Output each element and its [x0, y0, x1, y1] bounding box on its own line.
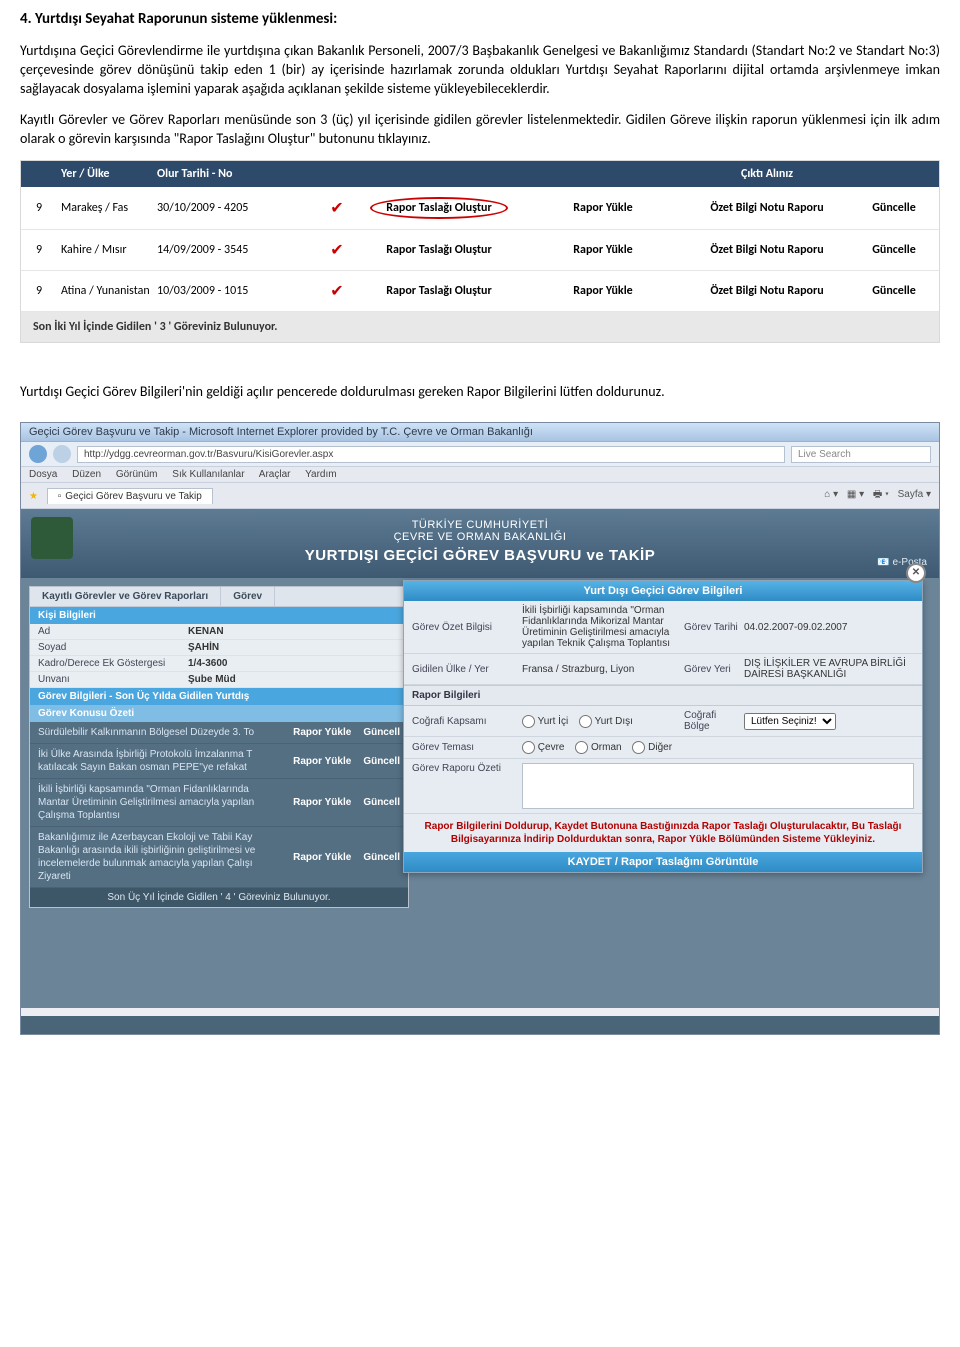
guncelle-button[interactable]: Güncell: [363, 851, 400, 864]
list-item: Sürdülebilir Kalkınmanın Bölgesel Düzeyd…: [30, 722, 408, 744]
rapor-taslagi-button[interactable]: Rapor Taslağı Oluştur: [357, 243, 521, 257]
guncelle-button[interactable]: Güncell: [363, 796, 400, 809]
menu-araclar[interactable]: Araçlar: [259, 469, 291, 480]
menu-sik[interactable]: Sık Kullanılanlar: [172, 469, 244, 480]
list-item: Bakanlığımız ile Azerbaycan Ekoloji ve T…: [30, 827, 408, 888]
gorev-konusu-header: Görev Konusu Özeti: [30, 705, 408, 722]
address-bar[interactable]: http://ydgg.cevreorman.gov.tr/Basvuru/Ki…: [77, 446, 785, 463]
menu-yardim[interactable]: Yardım: [305, 469, 337, 480]
app-banner: TÜRKİYE CUMHURİYETİ ÇEVRE VE ORMAN BAKAN…: [21, 509, 939, 578]
guncelle-button[interactable]: Güncelle: [849, 201, 939, 215]
browser-screenshot: Geçici Görev Başvuru ve Takip - Microsof…: [20, 422, 940, 1035]
browser-tabbar: ★ ▫ Geçici Görev Başvuru ve Takip ⌂ ▾ ▦ …: [21, 483, 939, 509]
footer-bar: [21, 1016, 939, 1034]
tab-kayitli-gorevler[interactable]: Kayıtlı Görevler ve Görev Raporları: [30, 587, 221, 606]
modal-title: Yurt Dışı Geçici Görev Bilgileri: [404, 581, 922, 601]
header-cikti: Çıktı Alınız: [685, 167, 849, 181]
rapor-taslagi-button[interactable]: Rapor Taslağı Oluştur: [357, 197, 521, 219]
rapor-yukle-button[interactable]: Rapor Yükle: [293, 796, 351, 809]
left-panel: Kayıtlı Görevler ve Görev Raporları Göre…: [29, 586, 409, 908]
guncelle-button[interactable]: Güncell: [363, 755, 400, 768]
radio-cevre[interactable]: Çevre: [522, 742, 564, 753]
radio-yurt-disi[interactable]: Yurt Dışı: [579, 716, 633, 727]
radio-orman[interactable]: Orman: [575, 742, 621, 753]
guncelle-button[interactable]: Güncelle: [849, 284, 939, 298]
list-footer: Son İki Yıl İçinde Gidilen ' 3 ' Görevin…: [21, 312, 939, 342]
guncelle-button[interactable]: Güncell: [363, 726, 400, 739]
cografi-bolge-select[interactable]: Lütfen Seçiniz!: [744, 713, 836, 730]
gorev-bilgileri-header: Görev Bilgileri - Son Üç Yılda Gidilen Y…: [30, 688, 408, 705]
banner-text-bak: ÇEVRE VE ORMAN BAKANLIĞI: [33, 531, 927, 543]
feeds-icon[interactable]: ▦ ▾: [847, 489, 864, 500]
rapor-yukle-button[interactable]: Rapor Yükle: [521, 243, 685, 257]
kisi-bilgileri-header: Kişi Bilgileri: [30, 607, 408, 624]
gorev-list-screenshot: Yer / Ülke Olur Tarihi - No Çıktı Alınız…: [20, 160, 940, 343]
window-title: Geçici Görev Başvuru ve Takip - Microsof…: [21, 423, 939, 442]
rapor-yukle-button[interactable]: Rapor Yükle: [521, 284, 685, 298]
header-yer: Yer / Ülke: [57, 167, 157, 181]
gorev-bilgileri-modal: ✕ Yurt Dışı Geçici Görev Bilgileri Görev…: [403, 580, 923, 873]
browser-menubar: Dosya Düzen Görünüm Sık Kullanılanlar Ar…: [21, 467, 939, 483]
tab-gorev[interactable]: Görev: [221, 587, 275, 606]
menu-duzen[interactable]: Düzen: [72, 469, 101, 480]
ozet-bilgi-button[interactable]: Özet Bilgi Notu Raporu: [685, 285, 849, 298]
rapor-yukle-button[interactable]: Rapor Yükle: [293, 755, 351, 768]
gorev-count: Son Üç Yıl İçinde Gidilen ' 4 ' Görevini…: [30, 888, 408, 907]
intro-paragraph-2: Kayıtlı Görevler ve Görev Raporları menü…: [20, 111, 940, 149]
print-icon[interactable]: 🖶 ▾: [873, 489, 889, 500]
mid-paragraph: Yurtdışı Geçici Görev Bilgileri'nin geld…: [20, 383, 940, 402]
header-tarih: Olur Tarihi - No: [157, 167, 317, 181]
table-row: 9 Marakeş / Fas 30/10/2009 - 4205 ✔ Rapo…: [21, 187, 939, 230]
home-icon[interactable]: ⌂ ▾: [824, 489, 838, 500]
forward-icon[interactable]: [53, 445, 71, 463]
rapor-yukle-button[interactable]: Rapor Yükle: [293, 726, 351, 739]
warning-text: Rapor Bilgilerini Doldurup, Kaydet Buton…: [404, 814, 922, 852]
favorites-star-icon[interactable]: ★: [29, 491, 38, 502]
list-item: İkili İşbirliği kapsamında "Orman Fidanl…: [30, 779, 408, 827]
rapor-ozet-textarea[interactable]: [522, 763, 914, 809]
rapor-bilgileri-header: Rapor Bilgileri: [404, 685, 922, 706]
back-icon[interactable]: [29, 445, 47, 463]
table-row: 9 Kahire / Mısır 14/09/2009 - 3545 ✔ Rap…: [21, 230, 939, 271]
browser-navbar: http://ydgg.cevreorman.gov.tr/Basvuru/Ki…: [21, 442, 939, 467]
guncelle-button[interactable]: Güncelle: [849, 243, 939, 257]
section-heading: 4. Yurtdışı Seyahat Raporunun sisteme yü…: [20, 10, 940, 28]
banner-text-tc: TÜRKİYE CUMHURİYETİ: [33, 519, 927, 531]
page-icon: ▫: [58, 491, 62, 502]
list-header: Yer / Ülke Olur Tarihi - No Çıktı Alınız: [21, 161, 939, 187]
check-icon: ✔: [317, 198, 357, 218]
rapor-yukle-button[interactable]: Rapor Yükle: [293, 851, 351, 864]
rapor-taslagi-button[interactable]: Rapor Taslağı Oluştur: [357, 284, 521, 298]
kaydet-button[interactable]: KAYDET / Rapor Taslağını Görüntüle: [404, 852, 922, 872]
close-icon[interactable]: ✕: [906, 563, 926, 583]
browser-tab[interactable]: ▫ Geçici Görev Başvuru ve Takip: [47, 488, 213, 504]
list-item: İki Ülke Arasında İşbirliği Protokolü İm…: [30, 744, 408, 779]
intro-paragraph-1: Yurtdışına Geçici Görevlendirme ile yurt…: [20, 42, 940, 99]
banner-main: YURTDIŞI GEÇİCİ GÖREV BAŞVURU ve TAKİP: [33, 547, 927, 564]
ozet-bilgi-button[interactable]: Özet Bilgi Notu Raporu: [685, 244, 849, 257]
search-input[interactable]: Live Search: [791, 446, 931, 463]
menu-dosya[interactable]: Dosya: [29, 469, 57, 480]
table-row: 9 Atina / Yunanistan 10/03/2009 - 1015 ✔…: [21, 271, 939, 312]
ozet-bilgi-button[interactable]: Özet Bilgi Notu Raporu: [685, 202, 849, 215]
check-icon: ✔: [317, 281, 357, 301]
rapor-yukle-button[interactable]: Rapor Yükle: [521, 201, 685, 215]
page-menu[interactable]: Sayfa ▾: [898, 489, 931, 500]
radio-diger[interactable]: Diğer: [632, 742, 672, 753]
check-icon: ✔: [317, 240, 357, 260]
radio-yurt-ici[interactable]: Yurt İçi: [522, 716, 568, 727]
ministry-logo-icon: [31, 517, 73, 559]
menu-gorunum[interactable]: Görünüm: [116, 469, 158, 480]
